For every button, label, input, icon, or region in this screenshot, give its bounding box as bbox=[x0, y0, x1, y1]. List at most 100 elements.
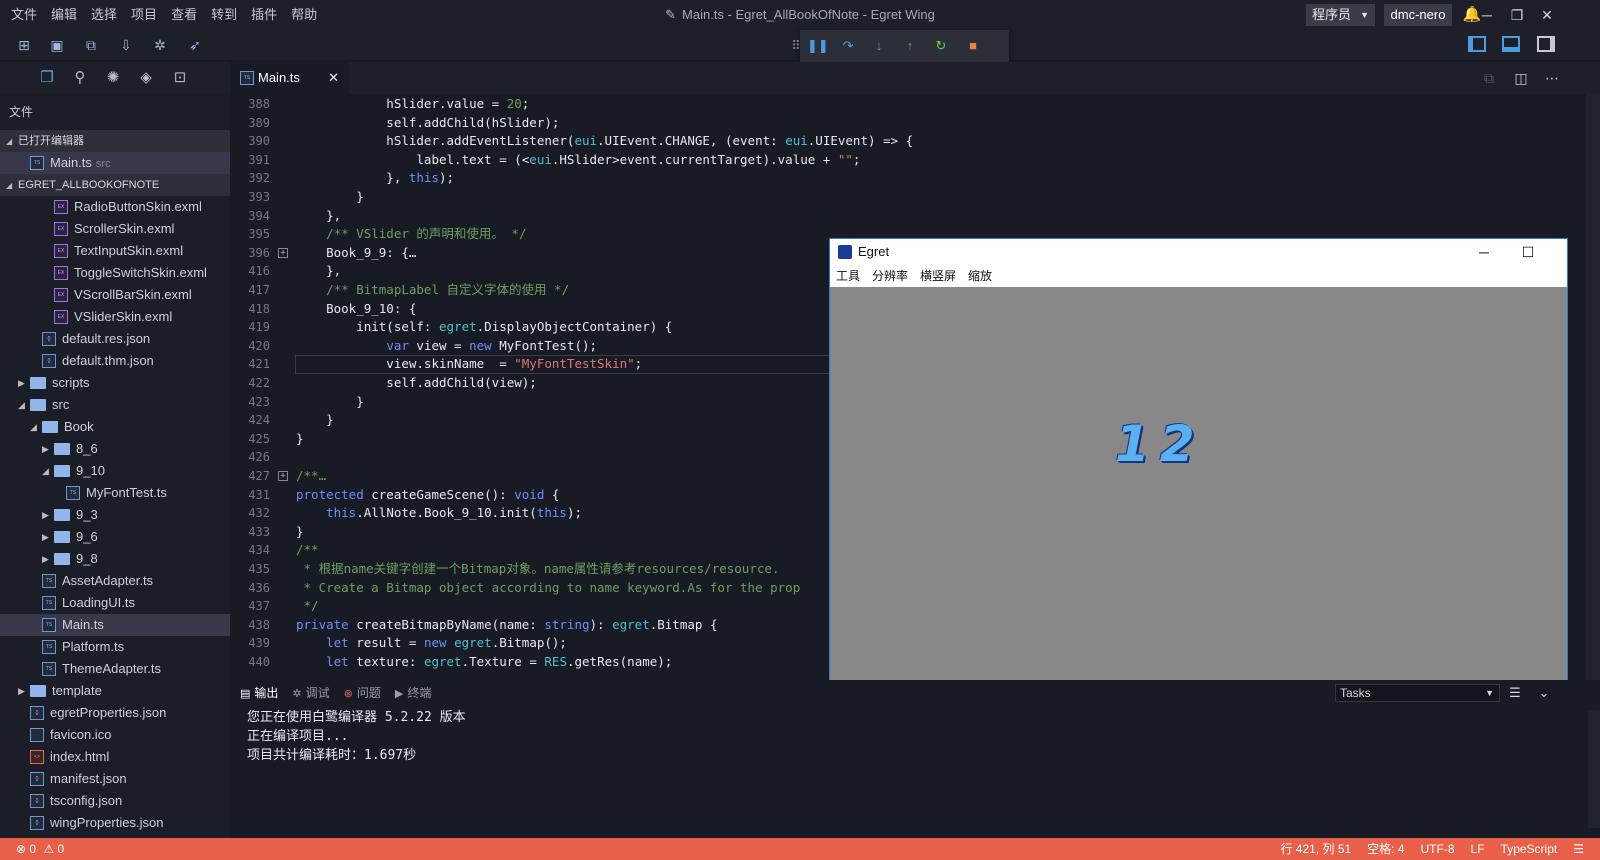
collapse-panel-icon[interactable]: ⌄ bbox=[1535, 684, 1553, 702]
egret-maximize-button[interactable]: ☐ bbox=[1513, 239, 1543, 265]
git-icon[interactable]: ◈ bbox=[136, 68, 156, 88]
role-select[interactable]: 程序员 ▼ bbox=[1306, 4, 1375, 26]
tree-item[interactable]: ▶ scripts bbox=[0, 372, 230, 394]
chevron-down-icon[interactable]: ◢ bbox=[30, 416, 37, 438]
egret-menu-item[interactable]: 缩放 bbox=[968, 269, 992, 283]
tree-item[interactable]: ◢ Book bbox=[0, 416, 230, 438]
line-ending[interactable]: LF bbox=[1471, 838, 1485, 860]
launch-icon[interactable]: ➶ bbox=[184, 35, 206, 55]
tree-item[interactable]: TS LoadingUI.ts bbox=[0, 592, 230, 614]
tree-item[interactable]: ◢ src bbox=[0, 394, 230, 416]
tasks-select[interactable]: Tasks ▼ bbox=[1335, 684, 1500, 702]
save-all-icon[interactable]: ⧉ bbox=[80, 35, 102, 55]
language-mode[interactable]: TypeScript bbox=[1501, 838, 1558, 860]
extensions-icon[interactable]: ✺ bbox=[103, 68, 123, 88]
resource-icon[interactable]: ⊡ bbox=[170, 68, 190, 88]
new-project-icon[interactable]: ⊞ bbox=[13, 35, 35, 55]
close-button[interactable]: ✕ bbox=[1534, 3, 1560, 27]
encoding[interactable]: UTF-8 bbox=[1421, 838, 1455, 860]
step-out-icon[interactable]: ↑ bbox=[900, 36, 920, 56]
indent-setting[interactable]: 空格: 4 bbox=[1367, 838, 1404, 860]
tree-item[interactable]: ▶ 9_3 bbox=[0, 504, 230, 526]
menu-item[interactable]: 查看 bbox=[164, 0, 204, 30]
restart-icon[interactable]: ↻ bbox=[931, 36, 951, 56]
toggle-right-panel-icon[interactable] bbox=[1537, 36, 1555, 52]
tree-item[interactable]: ▶ 9_6 bbox=[0, 526, 230, 548]
chevron-right-icon[interactable]: ▶ bbox=[42, 548, 49, 570]
egret-canvas[interactable]: 12 bbox=[830, 287, 1567, 683]
tab-main-ts[interactable]: TS Main.ts ✕ bbox=[230, 62, 349, 94]
cursor-position[interactable]: 行 421, 列 51 bbox=[1280, 838, 1351, 860]
tree-item[interactable]: EX RadioButtonSkin.exml bbox=[0, 196, 230, 218]
tree-item[interactable]: ◢ 9_10 bbox=[0, 460, 230, 482]
toggle-sidebar-icon[interactable] bbox=[1468, 36, 1486, 52]
tree-item[interactable]: {} manifest.json bbox=[0, 768, 230, 790]
problems-indicator[interactable]: ⊗ 0 ⚠ 0 bbox=[16, 838, 64, 860]
open-editor-item[interactable]: TS Main.ts src bbox=[0, 152, 230, 174]
minimize-button[interactable]: ─ bbox=[1474, 3, 1500, 27]
save-icon[interactable]: ▣ bbox=[46, 35, 68, 55]
menu-item[interactable]: 转到 bbox=[204, 0, 244, 30]
stop-icon[interactable]: ■ bbox=[963, 36, 983, 56]
menu-item[interactable]: 编辑 bbox=[44, 0, 84, 30]
split-editor-icon[interactable]: ◫ bbox=[1512, 70, 1530, 86]
pause-icon[interactable]: ❚❚ bbox=[807, 36, 829, 56]
fold-expand-icon[interactable]: + bbox=[278, 247, 288, 258]
menu-item[interactable]: 文件 bbox=[4, 0, 44, 30]
menu-item[interactable]: 选择 bbox=[84, 0, 124, 30]
tree-item[interactable]: TS Main.ts bbox=[0, 614, 230, 636]
chevron-right-icon[interactable]: ▶ bbox=[18, 680, 25, 702]
tree-item[interactable]: EX VSliderSkin.exml bbox=[0, 306, 230, 328]
chevron-down-icon[interactable]: ◢ bbox=[18, 394, 25, 416]
panel-tab[interactable]: ▶ 终端 bbox=[395, 684, 431, 702]
tree-item[interactable]: {} egretProperties.json bbox=[0, 702, 230, 724]
chevron-down-icon[interactable]: ◢ bbox=[42, 460, 49, 482]
debug-icon[interactable]: ✲ bbox=[149, 35, 171, 55]
tree-item[interactable]: EX ScrollerSkin.exml bbox=[0, 218, 230, 240]
egret-menu-item[interactable]: 工具 bbox=[836, 269, 860, 283]
search-icon[interactable]: ⚲ bbox=[70, 68, 90, 88]
chevron-right-icon[interactable]: ▶ bbox=[42, 504, 49, 526]
menu-item[interactable]: 帮助 bbox=[284, 0, 324, 30]
project-header[interactable]: ◢ EGRET_ALLBOOKOFNOTE bbox=[0, 174, 230, 196]
chevron-right-icon[interactable]: ▶ bbox=[42, 526, 49, 548]
panel-tab[interactable]: ⊗ 问题 bbox=[344, 684, 381, 702]
panel-tab[interactable]: ✲ 调试 bbox=[292, 684, 329, 702]
step-into-icon[interactable]: ↓ bbox=[869, 36, 889, 56]
open-changes-icon[interactable]: ⧉ bbox=[1480, 70, 1498, 86]
tree-item[interactable]: {} default.res.json bbox=[0, 328, 230, 350]
open-editors-header[interactable]: ◢ 已打开编辑器 bbox=[0, 130, 230, 152]
tree-item[interactable]: {} tsconfig.json bbox=[0, 790, 230, 812]
tree-item[interactable]: EX ToggleSwitchSkin.exml bbox=[0, 262, 230, 284]
user-button[interactable]: dmc-nero bbox=[1384, 4, 1452, 26]
feedback-icon[interactable]: ☰ bbox=[1573, 838, 1584, 860]
menu-item[interactable]: 项目 bbox=[124, 0, 164, 30]
tree-item[interactable]: EX VScrollBarSkin.exml bbox=[0, 284, 230, 306]
tree-item[interactable]: ▶ 8_6 bbox=[0, 438, 230, 460]
menu-item[interactable]: 插件 bbox=[244, 0, 284, 30]
editor-scrollbar[interactable] bbox=[1586, 94, 1600, 680]
step-over-icon[interactable]: ↷ bbox=[838, 36, 858, 56]
chevron-right-icon[interactable]: ▶ bbox=[42, 438, 49, 460]
tree-item[interactable]: TS Platform.ts bbox=[0, 636, 230, 658]
fold-expand-icon[interactable]: + bbox=[278, 471, 288, 481]
toggle-panel-icon[interactable] bbox=[1502, 36, 1520, 52]
tree-item[interactable]: EX TextInputSkin.exml bbox=[0, 240, 230, 262]
drag-handle-icon[interactable]: ⠿ bbox=[786, 36, 806, 56]
tree-item[interactable]: TS ThemeAdapter.ts bbox=[0, 658, 230, 680]
more-actions-icon[interactable]: ⋯ bbox=[1543, 70, 1561, 86]
egret-minimize-button[interactable]: ─ bbox=[1469, 239, 1499, 265]
panel-tab[interactable]: ▤ 输出 bbox=[240, 684, 278, 702]
tree-item[interactable]: {} default.thm.json bbox=[0, 350, 230, 372]
close-icon[interactable]: ✕ bbox=[328, 62, 339, 94]
tree-item[interactable]: TS AssetAdapter.ts bbox=[0, 570, 230, 592]
tree-item[interactable]: {} wingProperties.json bbox=[0, 812, 230, 834]
tree-item[interactable]: ▶ 9_8 bbox=[0, 548, 230, 570]
tree-item[interactable]: ▶ template bbox=[0, 680, 230, 702]
restore-button[interactable]: ❐ bbox=[1504, 3, 1530, 27]
clear-output-icon[interactable]: ☰ bbox=[1506, 684, 1524, 702]
chevron-right-icon[interactable]: ▶ bbox=[18, 372, 25, 394]
explorer-icon[interactable]: ❐ bbox=[37, 68, 57, 88]
tree-item[interactable]: TS MyFontTest.ts bbox=[0, 482, 230, 504]
output-scrollbar[interactable] bbox=[1588, 710, 1600, 828]
